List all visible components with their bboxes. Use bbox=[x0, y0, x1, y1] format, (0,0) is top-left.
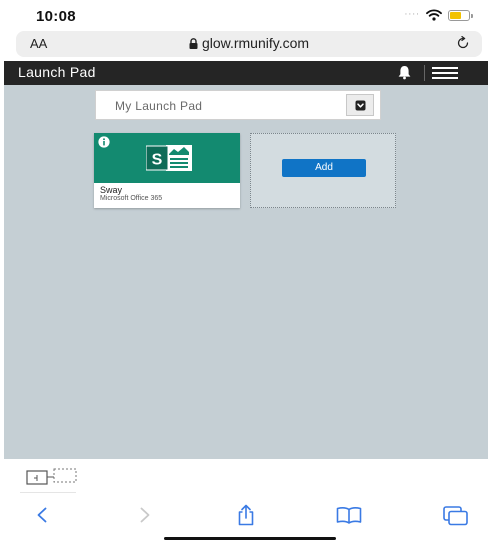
address-bar[interactable]: AA glow.rmunify.com bbox=[16, 31, 482, 57]
menu-icon[interactable] bbox=[432, 67, 458, 79]
sway-logo-icon: S bbox=[146, 145, 192, 171]
cellular-signal-icon: ···· bbox=[404, 10, 420, 20]
page-thumbnails-icon[interactable] bbox=[26, 468, 78, 486]
wifi-icon bbox=[426, 9, 442, 21]
share-icon[interactable] bbox=[235, 504, 257, 526]
launch-pad-options-button[interactable] bbox=[346, 94, 374, 116]
launch-pad-selector[interactable]: My Launch Pad bbox=[95, 90, 381, 120]
app-header: Launch Pad bbox=[4, 61, 488, 85]
browser-toolbar bbox=[0, 500, 492, 530]
forward-icon[interactable] bbox=[139, 507, 151, 523]
status-indicators: ···· bbox=[404, 9, 473, 21]
status-bar: 10:08 ···· bbox=[0, 0, 492, 30]
status-time: 10:08 bbox=[36, 8, 76, 25]
reload-icon[interactable] bbox=[456, 36, 470, 50]
header-divider bbox=[424, 65, 425, 81]
info-icon[interactable] bbox=[98, 136, 110, 148]
svg-text:S: S bbox=[152, 152, 163, 169]
bookmarks-icon[interactable] bbox=[336, 506, 362, 524]
add-button[interactable]: Add bbox=[282, 159, 366, 177]
lock-icon bbox=[189, 38, 198, 49]
screen: 10:08 ···· AA glow.rmunify.com Launch Pa… bbox=[0, 0, 492, 542]
bell-icon[interactable] bbox=[397, 65, 412, 80]
add-tile-placeholder: Add bbox=[250, 133, 396, 208]
tabs-icon[interactable] bbox=[443, 506, 469, 526]
battery-icon bbox=[448, 9, 473, 21]
tile-banner: S bbox=[94, 133, 240, 183]
page-title: Launch Pad bbox=[18, 64, 96, 80]
tile-subtitle: Microsoft Office 365 bbox=[100, 195, 163, 202]
home-indicator bbox=[164, 537, 336, 540]
launch-pad-area: My Launch Pad S Sway Microsoft Office 36… bbox=[4, 85, 488, 459]
back-icon[interactable] bbox=[36, 507, 48, 523]
url-text: glow.rmunify.com bbox=[201, 35, 310, 51]
app-tile-sway[interactable]: S Sway Microsoft Office 365 bbox=[94, 133, 240, 208]
chevron-down-icon bbox=[355, 100, 366, 111]
tile-title: Sway bbox=[100, 185, 123, 195]
divider bbox=[20, 492, 76, 493]
launch-pad-selector-label: My Launch Pad bbox=[115, 99, 203, 113]
url-display[interactable]: glow.rmunify.com bbox=[16, 35, 482, 51]
